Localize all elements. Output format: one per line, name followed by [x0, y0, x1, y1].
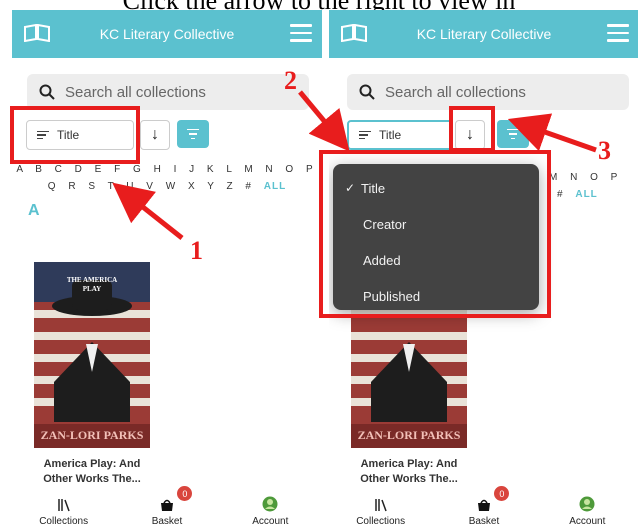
annotation-box-1	[10, 106, 140, 164]
basket-icon	[159, 494, 175, 512]
search-placeholder: Search all collections	[65, 83, 206, 101]
nav-account[interactable]: Account	[219, 486, 322, 529]
nav-account-label-right: Account	[569, 516, 606, 527]
app-title: KC Literary Collective	[99, 26, 235, 42]
sort-select-right[interactable]: Title	[347, 120, 453, 150]
app-title-right: KC Literary Collective	[416, 26, 552, 42]
search-input-right[interactable]: Search all collections	[347, 74, 629, 110]
nav-collections[interactable]: Collections	[12, 486, 115, 529]
library-icon	[374, 494, 388, 512]
filter-button[interactable]	[177, 120, 209, 148]
nav-collections[interactable]: Collections	[329, 486, 432, 529]
alphabet-row-2-right-letters[interactable]: #	[557, 189, 568, 200]
bottom-nav: Collections 0 Basket Account	[12, 486, 322, 529]
sort-direction-button[interactable]: ↓	[140, 120, 170, 150]
annotation-number-1: 1	[190, 236, 203, 265]
account-avatar-icon	[262, 494, 278, 512]
nav-account-label: Account	[252, 516, 289, 527]
sort-lines-icon	[359, 129, 371, 142]
alphabet-row-1-right[interactable]: M N O P	[549, 172, 638, 183]
basket-count-badge: 0	[177, 486, 193, 501]
alphabet-all[interactable]: ALL	[264, 181, 286, 192]
book-title-line-2[interactable]: Other Works The...	[30, 472, 154, 487]
cover-band-top: THE AMERICA PLAY	[66, 276, 118, 293]
nav-basket[interactable]: 0 Basket	[432, 486, 535, 529]
alphabet-all-right[interactable]: ALL	[575, 189, 597, 200]
phone-screen-left: KC Literary Collective Search all collec…	[12, 10, 322, 529]
book-icon[interactable]	[341, 24, 367, 42]
annotation-box-3	[449, 106, 495, 152]
bottom-nav-right: Collections 0 Basket Account	[329, 486, 638, 529]
account-avatar-icon	[579, 494, 595, 512]
filter-button-right[interactable]	[497, 120, 529, 148]
menu-icon[interactable]	[290, 24, 312, 42]
book-cover[interactable]: THE AMERICA PLAY ZAN-LORI PARKS	[34, 262, 150, 448]
book-icon[interactable]	[24, 24, 50, 42]
nav-basket-label-right: Basket	[468, 516, 500, 527]
basket-icon	[476, 494, 492, 512]
search-icon	[39, 84, 55, 100]
alphabet-row-1[interactable]: A B C D E F G H I J K L M N O P	[12, 164, 322, 175]
annotation-box-2	[319, 150, 551, 318]
alphabet-row-2-right[interactable]: # ALL	[557, 189, 637, 200]
book-title-line-1-right[interactable]: America Play: And	[347, 457, 471, 472]
annotation-number-2: 2	[284, 66, 297, 95]
nav-collections-label: Collections	[39, 516, 89, 527]
cover-author-right: ZAN-LORI PARKS	[357, 428, 461, 442]
search-icon	[359, 84, 375, 100]
basket-count-badge-right: 0	[494, 486, 510, 501]
nav-collections-label-right: Collections	[356, 516, 406, 527]
app-bar: KC Literary Collective	[12, 10, 322, 58]
nav-basket[interactable]: 0 Basket	[115, 486, 218, 529]
nav-account[interactable]: Account	[536, 486, 638, 529]
sort-select-value-right: Title	[379, 128, 402, 142]
book-title-line-2-right[interactable]: Other Works The...	[347, 472, 471, 487]
section-letter: A	[28, 202, 40, 219]
nav-basket-label: Basket	[151, 516, 183, 527]
annotation-number-3: 3	[598, 136, 611, 165]
menu-icon[interactable]	[607, 24, 629, 42]
book-title-line-1[interactable]: America Play: And	[30, 457, 154, 472]
library-icon	[57, 494, 71, 512]
cover-author: ZAN-LORI PARKS	[40, 428, 144, 442]
alphabet-row-2[interactable]: Q R S T U V W X Y Z # ALL	[12, 181, 322, 192]
app-bar-right: KC Literary Collective	[329, 10, 638, 58]
search-input[interactable]: Search all collections	[27, 74, 309, 110]
search-placeholder-right: Search all collections	[385, 83, 526, 101]
alphabet-row-2-letters[interactable]: Q R S T U V W X Y Z #	[48, 181, 256, 192]
